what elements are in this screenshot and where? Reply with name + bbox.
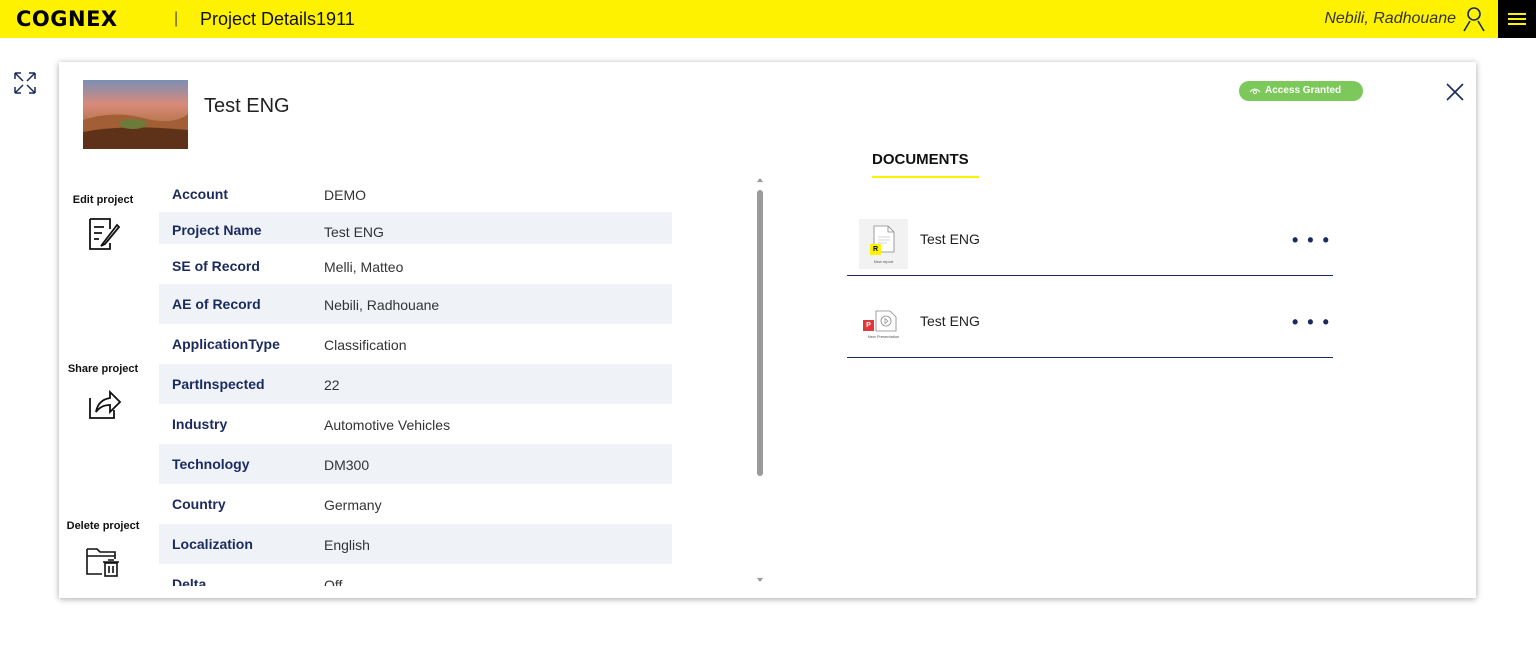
- detail-key: Localization: [172, 536, 253, 552]
- detail-row: Delta Off: [159, 564, 672, 586]
- documents-tab-underline: [872, 176, 979, 178]
- detail-value: Test ENG: [324, 224, 384, 240]
- delete-project-label: Delete project: [66, 520, 140, 532]
- close-icon[interactable]: [1445, 82, 1465, 102]
- menu-line: [1508, 13, 1526, 15]
- hamburger-menu-button[interactable]: [1498, 0, 1536, 38]
- detail-row: ApplicationType Classification: [159, 324, 672, 364]
- detail-row: SE of Record Melli, Matteo: [159, 244, 672, 284]
- report-caption: New report: [873, 259, 894, 264]
- share-project-button[interactable]: Share project: [65, 362, 141, 422]
- access-granted-badge: Access Granted: [1239, 81, 1363, 101]
- detail-row: Industry Automotive Vehicles: [159, 404, 672, 444]
- detail-value: Melli, Matteo: [324, 259, 404, 275]
- share-project-label: Share project: [67, 363, 139, 375]
- detail-key: Account: [172, 186, 228, 202]
- scroll-thumb[interactable]: [757, 190, 763, 476]
- detail-key: SE of Record: [172, 258, 260, 274]
- detail-key: Technology: [172, 456, 250, 472]
- detail-value: 22: [324, 377, 340, 393]
- detail-row: PartInspected 22: [159, 364, 672, 404]
- header-separator: |: [174, 10, 179, 27]
- delete-project-button[interactable]: Delete project: [65, 519, 141, 579]
- detail-key: PartInspected: [172, 376, 265, 392]
- scroll-up-arrow[interactable]: [757, 178, 763, 182]
- detail-row: Project Name Test ENG: [159, 212, 672, 244]
- document-name[interactable]: Test ENG: [920, 231, 980, 247]
- detail-key: Country: [172, 496, 226, 512]
- detail-value: Nebili, Radhouane: [324, 297, 440, 313]
- detail-value: Automotive Vehicles: [324, 417, 451, 433]
- project-title: Test ENG: [204, 95, 290, 117]
- menu-line: [1508, 18, 1526, 20]
- detail-key: AE of Record: [172, 296, 261, 312]
- eye-icon: [1249, 88, 1261, 95]
- folder-delete-icon: [86, 548, 119, 577]
- detail-row: Country Germany: [159, 484, 672, 524]
- badge-label: Access Granted: [1265, 85, 1342, 96]
- menu-line: [1508, 23, 1526, 25]
- detail-row: Account DEMO: [159, 174, 672, 214]
- page-title: Project Details1911: [200, 9, 355, 29]
- user-icon[interactable]: [1462, 6, 1486, 32]
- report-thumbnail[interactable]: R New report: [859, 219, 908, 269]
- presentation-tag: P: [863, 320, 874, 331]
- details-scrollbar[interactable]: [756, 178, 764, 584]
- detail-key: Project Name: [172, 222, 262, 238]
- user-name[interactable]: Nebili, Radhouane: [1324, 10, 1456, 28]
- detail-value: Off: [324, 577, 343, 586]
- edit-icon: [89, 218, 121, 250]
- presentation-icon: [875, 310, 897, 332]
- detail-row: Technology DM300: [159, 444, 672, 484]
- detail-key: ApplicationType: [172, 336, 280, 352]
- presentation-thumbnail[interactable]: P New Presentation: [859, 300, 908, 350]
- document-more-button[interactable]: • • •: [1292, 313, 1331, 331]
- edit-project-label: Edit project: [72, 194, 134, 206]
- detail-value: Germany: [324, 497, 382, 513]
- cognex-logo[interactable]: COGNEX: [16, 8, 118, 30]
- detail-value: English: [324, 537, 370, 553]
- detail-key: Delta: [172, 576, 207, 586]
- report-tag: R: [870, 244, 881, 255]
- detail-value: Classification: [324, 337, 407, 353]
- project-details-table[interactable]: Account DEMO Project Name Test ENG SE of…: [159, 174, 672, 586]
- document-more-button[interactable]: • • •: [1292, 231, 1331, 249]
- scroll-down-arrow[interactable]: [757, 578, 763, 582]
- presentation-caption: New Presentation: [867, 334, 900, 339]
- detail-row: AE of Record Nebili, Radhouane: [159, 284, 672, 324]
- edit-project-button[interactable]: Edit project: [65, 193, 141, 253]
- expand-icon[interactable]: [12, 70, 38, 96]
- document-name[interactable]: Test ENG: [920, 313, 980, 329]
- top-bar: COGNEX | Project Details1911 Nebili, Rad…: [0, 0, 1536, 38]
- detail-key: Industry: [172, 416, 228, 432]
- documents-heading: DOCUMENTS: [872, 151, 969, 168]
- detail-value: DM300: [324, 457, 370, 473]
- detail-row: Localization English: [159, 524, 672, 564]
- document-item[interactable]: P New Presentation Test ENG • • •: [847, 276, 1333, 358]
- project-thumbnail: [83, 80, 188, 149]
- project-details-card: Test ENG Access Granted Edit project Sha…: [59, 62, 1476, 598]
- share-icon: [89, 389, 122, 419]
- detail-value: DEMO: [324, 187, 366, 203]
- document-item[interactable]: R New report Test ENG • • •: [847, 194, 1333, 276]
